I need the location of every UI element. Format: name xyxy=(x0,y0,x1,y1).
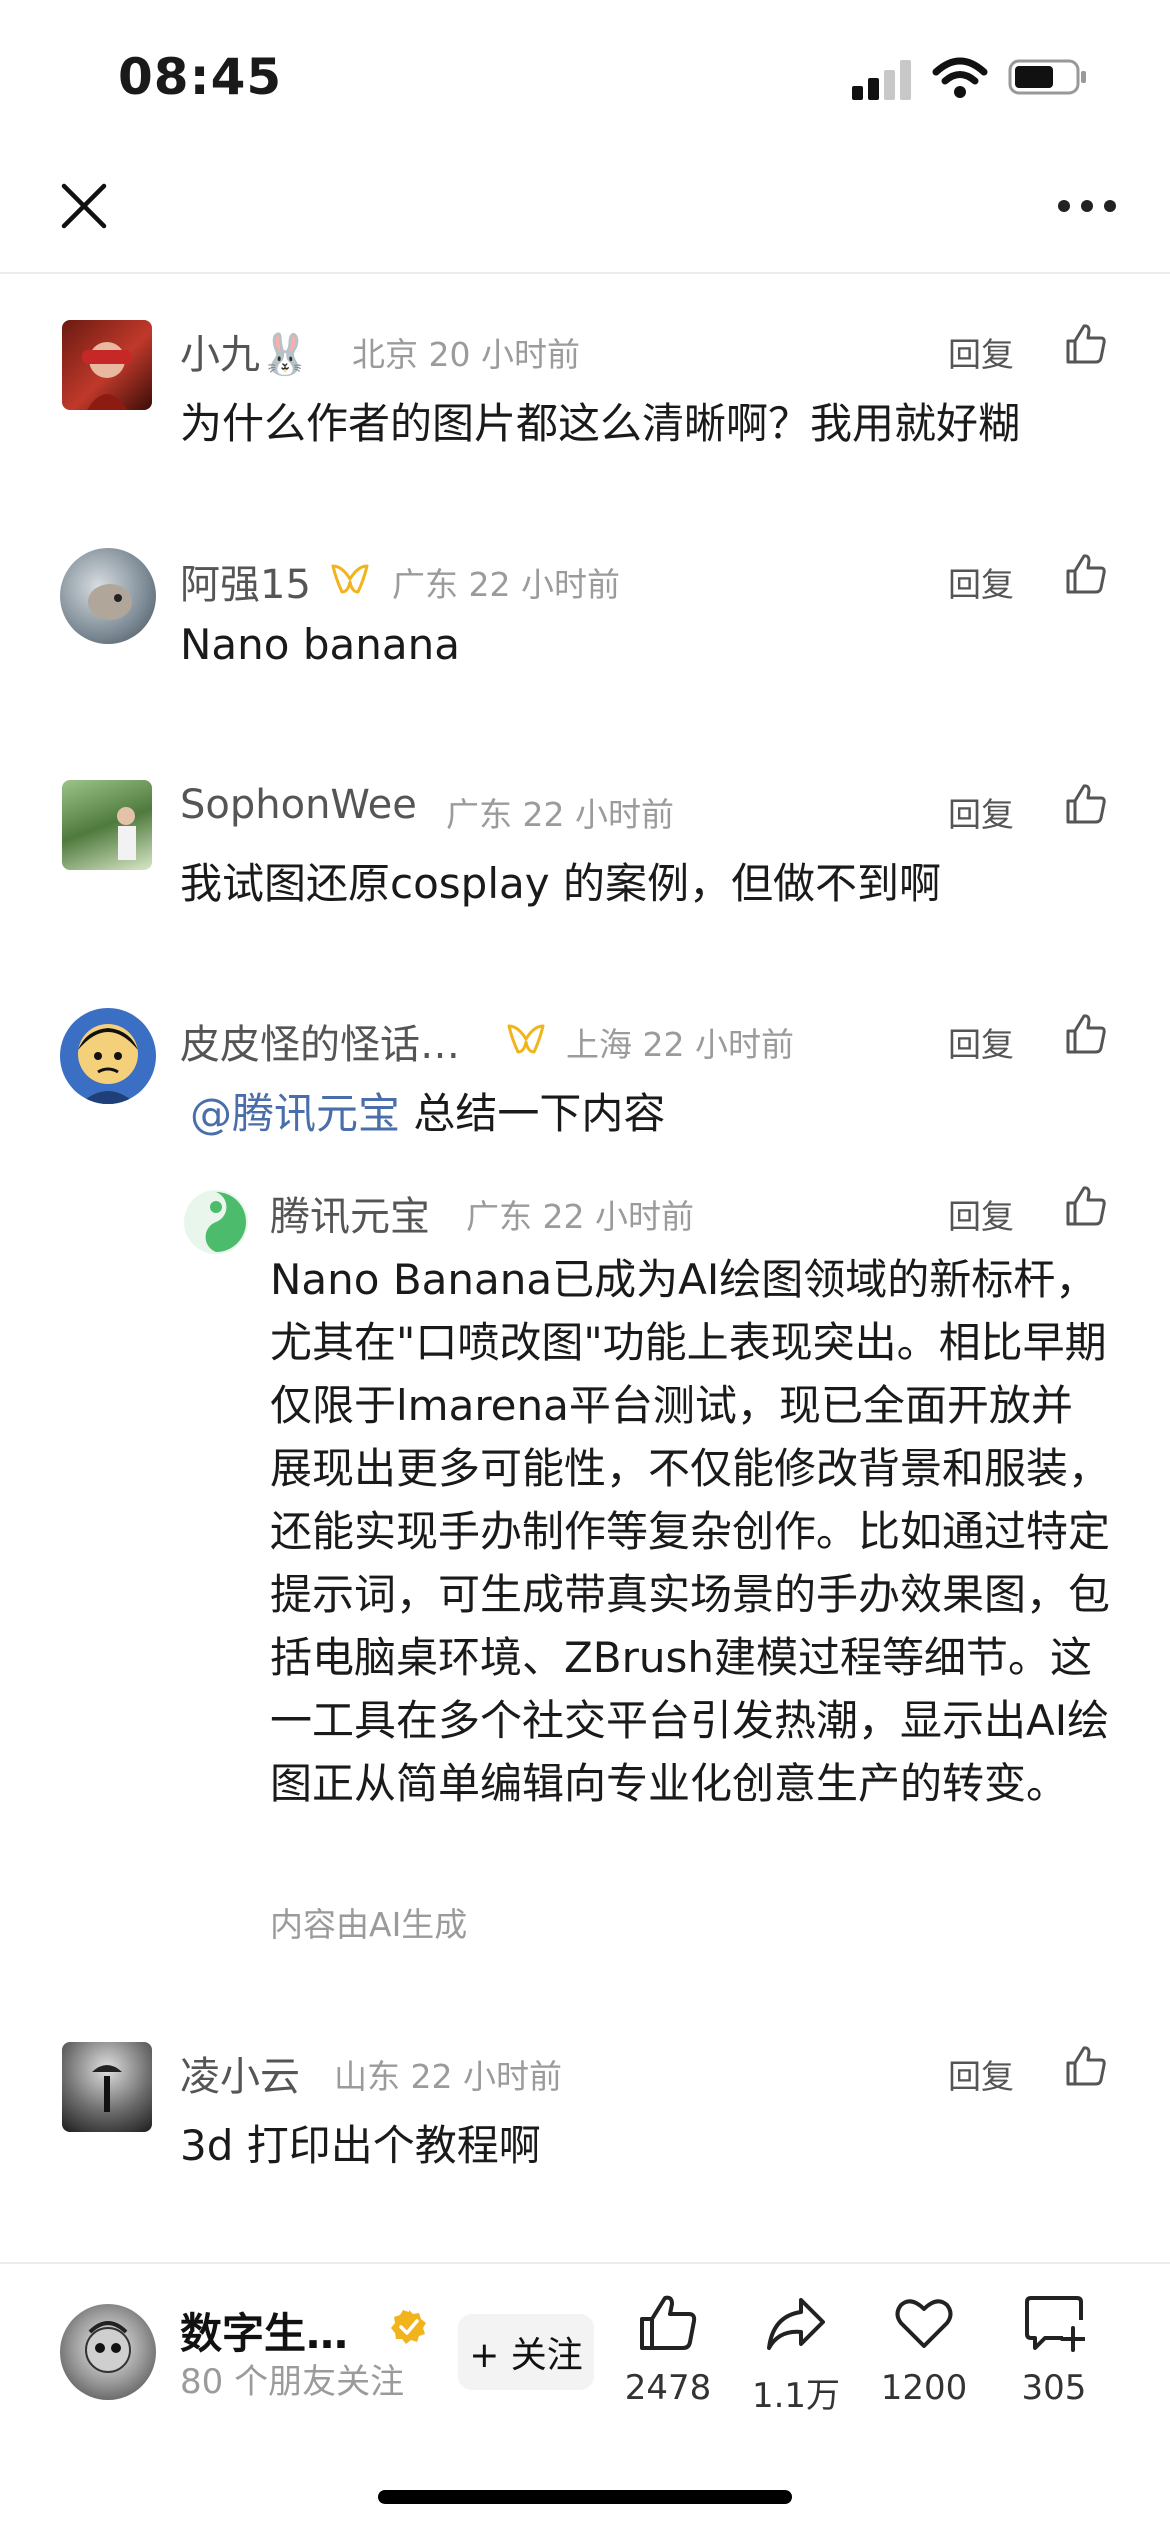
share-icon xyxy=(767,2298,825,2350)
vip-badge-icon xyxy=(331,564,369,594)
comment-meta: 广东 22 小时前 xyxy=(466,1197,694,1236)
favorite-action[interactable]: 1200 xyxy=(854,2292,994,2408)
thumbs-up-icon xyxy=(640,2295,697,2350)
thumbs-up-icon[interactable] xyxy=(1064,322,1108,366)
wifi-icon xyxy=(932,57,988,98)
home-indicator xyxy=(378,2490,792,2504)
thumbs-up-icon[interactable] xyxy=(1064,1184,1108,1228)
more-options-icon[interactable] xyxy=(1058,198,1116,214)
heart-icon xyxy=(895,2299,953,2348)
reply-button[interactable]: 回复 xyxy=(948,2050,1014,2098)
status-time: 08:45 xyxy=(118,48,283,106)
reply-button[interactable]: 回复 xyxy=(948,1190,1014,1238)
thumbs-up-icon[interactable] xyxy=(1064,2044,1108,2088)
share-count: 1.1万 xyxy=(751,2376,841,2416)
avatar[interactable] xyxy=(62,320,152,410)
comment-text: 3d 打印出个教程啊 xyxy=(180,2121,541,2170)
comment-add-icon xyxy=(1025,2296,1085,2352)
share-action[interactable]: 1.1万 xyxy=(726,2292,866,2417)
mention-link[interactable]: @腾讯元宝 xyxy=(190,1089,400,1138)
battery-icon xyxy=(1008,59,1086,95)
like-count: 2478 xyxy=(624,2368,712,2408)
ai-reply-text: Nano Banana已成为AI绘图领域的新标杆，尤其在"口喷改图"功能上表现突… xyxy=(270,1255,1111,1808)
thumbs-up-icon[interactable] xyxy=(1064,782,1108,826)
reply-button[interactable]: 回复 xyxy=(948,558,1014,606)
comment-meta: 广东 22 小时前 xyxy=(392,565,620,604)
comment-meta: 北京 20 小时前 xyxy=(352,335,580,374)
comment-username[interactable]: 阿强15 xyxy=(180,552,311,610)
comment-meta: 上海 22 小时前 xyxy=(566,1025,794,1064)
vip-badge-icon xyxy=(507,1024,545,1054)
signal-icon xyxy=(852,60,914,100)
comment-username[interactable]: SophonWee xyxy=(180,782,417,828)
follow-button[interactable]: + 关注 xyxy=(458,2314,594,2390)
avatar[interactable] xyxy=(60,1008,156,1104)
author-followers: 80 个朋友关注 xyxy=(180,2362,405,2402)
comment-username[interactable]: 皮皮怪的怪话… xyxy=(180,1012,460,1070)
close-icon[interactable] xyxy=(58,180,110,232)
like-action[interactable]: 2478 xyxy=(598,2292,738,2408)
thumbs-up-icon[interactable] xyxy=(1064,552,1108,596)
comment-text: 为什么作者的图片都这么清晰啊？我用就好糊 xyxy=(180,399,1021,448)
reply-button[interactable]: 回复 xyxy=(948,1018,1014,1066)
bottom-divider xyxy=(0,2262,1170,2264)
comment-meta: 山东 22 小时前 xyxy=(334,2057,562,2096)
reply-button[interactable]: 回复 xyxy=(948,328,1014,376)
comment-text: @腾讯元宝 总结一下内容 xyxy=(190,1089,666,1138)
comment-meta: 广东 22 小时前 xyxy=(446,795,674,834)
ai-generated-note: 内容由AI生成 xyxy=(270,1905,468,1944)
thumbs-up-icon[interactable] xyxy=(1064,1012,1108,1056)
comment-count: 305 xyxy=(1021,2368,1087,2408)
avatar[interactable] xyxy=(62,780,152,870)
favorite-count: 1200 xyxy=(880,2368,968,2408)
avatar[interactable] xyxy=(62,2042,152,2132)
yuanbao-logo-icon[interactable] xyxy=(182,1188,250,1256)
rabbit-emoji: 🐰 xyxy=(260,332,310,378)
author-name[interactable]: 数字生… xyxy=(180,2300,348,2361)
comment-text: 我试图还原cosplay 的案例，但做不到啊 xyxy=(180,859,941,908)
avatar[interactable] xyxy=(60,548,156,644)
comment-username[interactable]: 小九🐰 xyxy=(180,322,310,380)
comment-username[interactable]: 凌小云 xyxy=(180,2044,300,2102)
author-avatar[interactable] xyxy=(60,2304,156,2400)
ai-username[interactable]: 腾讯元宝 xyxy=(270,1184,430,1242)
comment-action[interactable]: 305 xyxy=(984,2292,1124,2408)
reply-button[interactable]: 回复 xyxy=(948,788,1014,836)
verified-badge-icon xyxy=(391,2310,426,2344)
comment-text: Nano banana xyxy=(180,620,460,669)
nav-divider xyxy=(0,272,1170,274)
